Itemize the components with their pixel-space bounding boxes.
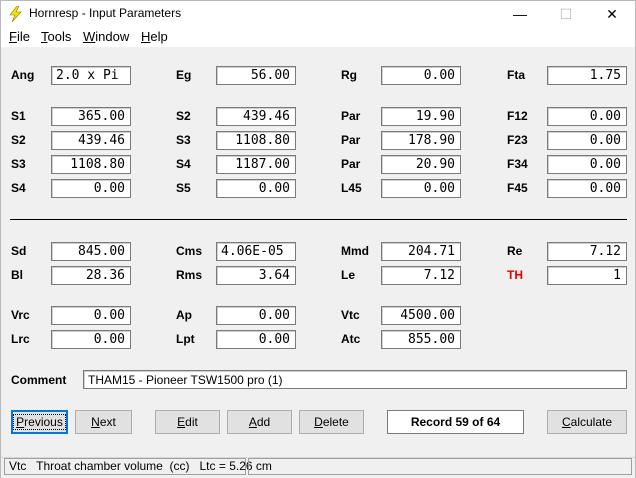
field-cms[interactable]: 4.06E-05 bbox=[216, 242, 296, 261]
label-atc: Atc bbox=[341, 332, 361, 346]
field-s4-throat[interactable]: 0.00 bbox=[51, 179, 131, 198]
label-s3-throat: S3 bbox=[11, 157, 26, 171]
label-f34: F34 bbox=[507, 157, 528, 171]
field-re[interactable]: 7.12 bbox=[547, 242, 627, 261]
label-s1: S1 bbox=[11, 109, 26, 123]
label-ang: Ang bbox=[11, 68, 35, 82]
section-divider bbox=[10, 219, 627, 220]
label-lrc: Lrc bbox=[11, 332, 30, 346]
field-vtc[interactable]: 4500.00 bbox=[381, 306, 461, 325]
field-s2[interactable]: 439.46 bbox=[216, 107, 296, 126]
field-rms[interactable]: 3.64 bbox=[216, 266, 296, 285]
add-button[interactable]: Add bbox=[227, 410, 292, 434]
field-par-3[interactable]: 20.90 bbox=[381, 155, 461, 174]
delete-button[interactable]: Delete bbox=[299, 410, 364, 434]
status-panel bbox=[248, 458, 632, 475]
maximize-icon: ☐ bbox=[559, 5, 573, 22]
calculate-button[interactable]: Calculate bbox=[547, 410, 627, 434]
field-ap[interactable]: 0.00 bbox=[216, 306, 296, 325]
field-ang[interactable]: 2.0 x Pi bbox=[51, 66, 131, 85]
field-lpt[interactable]: 0.00 bbox=[216, 330, 296, 349]
next-button[interactable]: Next bbox=[75, 410, 132, 434]
field-fta[interactable]: 1.75 bbox=[547, 66, 627, 85]
comment-field[interactable]: THAM15 - Pioneer TSW1500 pro (1) bbox=[83, 370, 627, 389]
label-par-2: Par bbox=[341, 133, 361, 147]
label-s3: S3 bbox=[176, 133, 191, 147]
label-s2: S2 bbox=[176, 109, 191, 123]
field-par-1[interactable]: 19.90 bbox=[381, 107, 461, 126]
menu-file[interactable]: File bbox=[9, 29, 30, 44]
field-s4[interactable]: 1187.00 bbox=[216, 155, 296, 174]
menu-tools[interactable]: Tools bbox=[41, 29, 71, 44]
field-f45[interactable]: 0.00 bbox=[547, 179, 627, 198]
window-title: Hornresp - Input Parameters bbox=[29, 6, 182, 20]
label-comment: Comment bbox=[11, 373, 67, 387]
menu-help[interactable]: Help bbox=[141, 29, 168, 44]
field-s2-throat[interactable]: 439.46 bbox=[51, 131, 131, 150]
label-f23: F23 bbox=[507, 133, 528, 147]
previous-button[interactable]: Previous bbox=[11, 410, 68, 434]
field-par-2[interactable]: 178.90 bbox=[381, 131, 461, 150]
hornresp-window: Hornresp - Input Parameters — ☐ ✕ File T… bbox=[0, 0, 636, 478]
minimize-button[interactable]: — bbox=[497, 1, 543, 27]
label-s2-throat: S2 bbox=[11, 133, 26, 147]
field-rg[interactable]: 0.00 bbox=[381, 66, 461, 85]
field-s3-throat[interactable]: 1108.80 bbox=[51, 155, 131, 174]
label-ap: Ap bbox=[176, 308, 192, 322]
menu-bar: File Tools Window Help bbox=[1, 27, 635, 47]
label-eg: Eg bbox=[176, 68, 192, 82]
field-atc[interactable]: 855.00 bbox=[381, 330, 461, 349]
field-eg[interactable]: 56.00 bbox=[216, 66, 296, 85]
label-re: Re bbox=[507, 244, 523, 258]
label-par-1: Par bbox=[341, 109, 361, 123]
label-sd: Sd bbox=[11, 244, 27, 258]
label-rms: Rms bbox=[176, 268, 203, 282]
label-s4: S4 bbox=[176, 157, 191, 171]
label-bl: Bl bbox=[11, 268, 23, 282]
close-button[interactable]: ✕ bbox=[589, 1, 635, 27]
label-l45: L45 bbox=[341, 181, 362, 195]
label-th: TH bbox=[507, 268, 523, 282]
field-sd[interactable]: 845.00 bbox=[51, 242, 131, 261]
field-f34[interactable]: 0.00 bbox=[547, 155, 627, 174]
field-s5[interactable]: 0.00 bbox=[216, 179, 296, 198]
field-f12[interactable]: 0.00 bbox=[547, 107, 627, 126]
status-text: Vtc Throat chamber volume (cc) Ltc = 5.2… bbox=[4, 458, 272, 475]
field-bl[interactable]: 28.36 bbox=[51, 266, 131, 285]
field-lrc[interactable]: 0.00 bbox=[51, 330, 131, 349]
label-f12: F12 bbox=[507, 109, 528, 123]
label-mmd: Mmd bbox=[341, 244, 369, 258]
label-cms: Cms bbox=[176, 244, 203, 258]
maximize-button: ☐ bbox=[543, 1, 589, 27]
menu-window[interactable]: Window bbox=[83, 29, 129, 44]
label-vtc: Vtc bbox=[341, 308, 360, 322]
field-th[interactable]: 1 bbox=[547, 266, 627, 285]
label-le: Le bbox=[341, 268, 356, 282]
field-l45[interactable]: 0.00 bbox=[381, 179, 461, 198]
label-vrc: Vrc bbox=[11, 308, 30, 322]
field-mmd[interactable]: 204.71 bbox=[381, 242, 461, 261]
label-rg: Rg bbox=[341, 68, 357, 82]
label-s5: S5 bbox=[176, 181, 191, 195]
label-lpt: Lpt bbox=[176, 332, 195, 346]
field-le[interactable]: 7.12 bbox=[381, 266, 461, 285]
field-f23[interactable]: 0.00 bbox=[547, 131, 627, 150]
minimize-icon: — bbox=[513, 6, 527, 22]
field-vrc[interactable]: 0.00 bbox=[51, 306, 131, 325]
field-s1[interactable]: 365.00 bbox=[51, 107, 131, 126]
record-indicator: Record 59 of 64 bbox=[387, 410, 524, 434]
label-f45: F45 bbox=[507, 181, 528, 195]
label-fta: Fta bbox=[507, 68, 525, 82]
title-bar: Hornresp - Input Parameters — ☐ ✕ bbox=[1, 1, 635, 27]
lightning-bolt-icon bbox=[9, 6, 22, 22]
close-icon: ✕ bbox=[606, 5, 618, 22]
edit-button[interactable]: Edit bbox=[155, 410, 220, 434]
label-s4-throat: S4 bbox=[11, 181, 26, 195]
label-par-3: Par bbox=[341, 157, 361, 171]
field-s3[interactable]: 1108.80 bbox=[216, 131, 296, 150]
